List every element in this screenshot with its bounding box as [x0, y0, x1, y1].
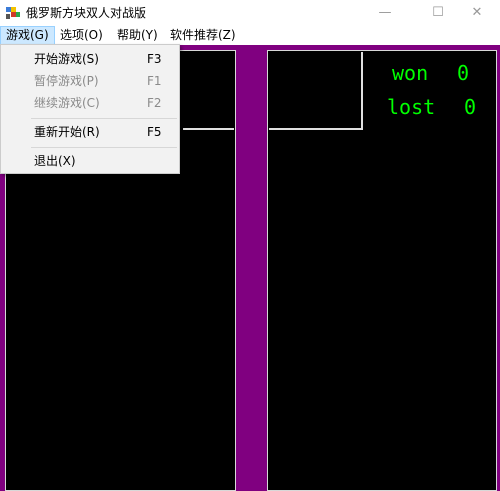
tetris-app-icon	[6, 7, 20, 19]
lost-label: lost	[387, 95, 436, 119]
right-preview-frame-hline	[269, 128, 363, 130]
won-value: 0	[457, 61, 470, 85]
menu-item-start-game[interactable]: 开始游戏(S) F3	[1, 48, 179, 70]
menu-item-label: 开始游戏(S)	[34, 52, 99, 66]
game-menu-dropdown: 开始游戏(S) F3 暂停游戏(P) F1 继续游戏(C) F2 重新开始(R)…	[0, 44, 180, 174]
menu-options[interactable]: 选项(O)	[55, 26, 108, 45]
right-preview-frame-vline	[361, 52, 363, 130]
menu-item-shortcut: F5	[147, 125, 162, 139]
minimize-button[interactable]: —	[362, 0, 408, 26]
menu-game[interactable]: 游戏(G)	[0, 26, 55, 45]
menu-help[interactable]: 帮助(Y)	[112, 26, 163, 45]
lost-value: 0	[464, 95, 477, 119]
menu-item-label: 退出(X)	[34, 154, 76, 168]
menu-software-recommend[interactable]: 软件推荐(Z)	[165, 26, 241, 45]
close-button[interactable]: ✕	[454, 0, 500, 26]
menu-item-label: 暂停游戏(P)	[34, 74, 99, 88]
title-bar: 俄罗斯方块双人对战版 — ☐ ✕	[0, 0, 500, 26]
window-title: 俄罗斯方块双人对战版	[26, 6, 147, 20]
left-preview-frame-line	[183, 128, 234, 130]
menu-separator	[31, 118, 177, 119]
menu-item-restart[interactable]: 重新开始(R) F5	[1, 121, 179, 143]
menu-item-pause-game[interactable]: 暂停游戏(P) F1	[1, 70, 179, 92]
menu-bar: 游戏(G) 选项(O) 帮助(Y) 软件推荐(Z)	[0, 26, 500, 45]
menu-separator	[31, 147, 177, 148]
menu-item-shortcut: F2	[147, 96, 162, 110]
menu-item-label: 重新开始(R)	[34, 125, 100, 139]
menu-item-continue-game[interactable]: 继续游戏(C) F2	[1, 92, 179, 114]
won-label: won	[392, 61, 429, 85]
menu-item-label: 继续游戏(C)	[34, 96, 100, 110]
menu-item-exit[interactable]: 退出(X)	[1, 150, 179, 172]
menu-item-shortcut: F1	[147, 74, 162, 88]
right-game-board	[267, 50, 497, 491]
menu-item-shortcut: F3	[147, 52, 162, 66]
